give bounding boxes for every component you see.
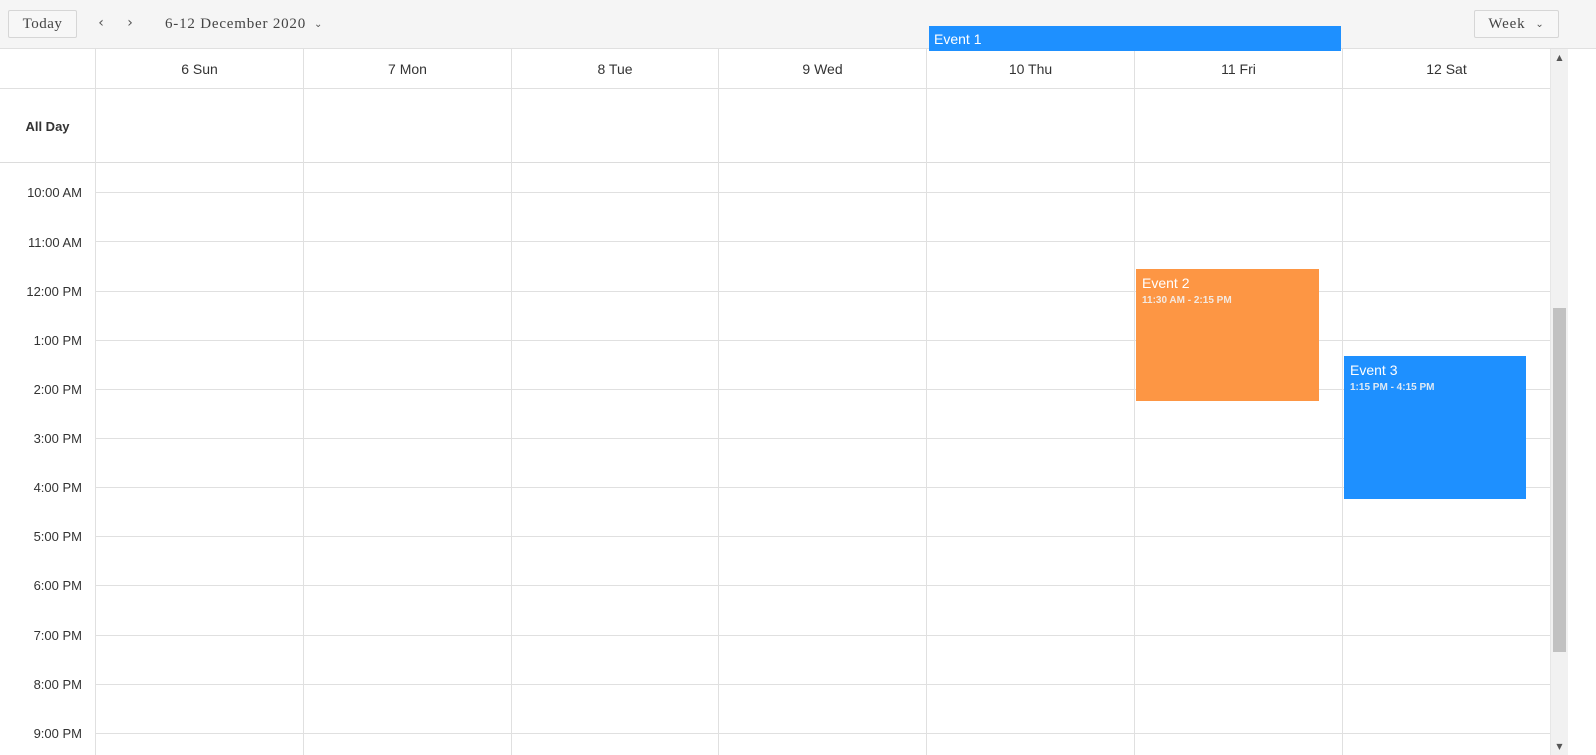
chevron-down-icon: ⌄ bbox=[1535, 18, 1545, 30]
day-header-wed[interactable]: 9 Wed bbox=[719, 49, 927, 89]
event-title: Event 1 bbox=[934, 30, 982, 47]
calendar-toolbar: Today ‹ › 6-12 December 2020 ⌄ Week ⌄ bbox=[0, 0, 1596, 49]
day-column-line bbox=[926, 163, 927, 755]
event-time: 11:30 AM - 2:15 PM bbox=[1142, 295, 1232, 306]
today-button[interactable]: Today bbox=[8, 10, 77, 38]
all-day-cell[interactable] bbox=[304, 89, 512, 163]
time-label: 7:00 PM bbox=[33, 628, 82, 643]
day-header-row: 6 Sun 7 Mon 8 Tue 9 Wed 10 Thu 11 Fri 12… bbox=[0, 49, 1550, 89]
event-3[interactable]: Event 3 1:15 PM - 4:15 PM bbox=[1344, 356, 1526, 499]
scroll-down-icon[interactable]: ▼ bbox=[1551, 738, 1568, 755]
time-label: 5:00 PM bbox=[33, 529, 82, 544]
hour-line bbox=[96, 438, 1550, 439]
hour-line bbox=[96, 192, 1550, 193]
hour-line bbox=[96, 585, 1550, 586]
hour-line bbox=[96, 291, 1550, 292]
all-day-cell[interactable] bbox=[96, 89, 304, 163]
hour-line bbox=[96, 487, 1550, 488]
time-gutter: 10:00 AM 11:00 AM 12:00 PM 1:00 PM 2:00 … bbox=[0, 163, 96, 755]
prev-week-icon[interactable]: ‹ bbox=[92, 13, 110, 33]
all-day-cell[interactable] bbox=[927, 89, 1135, 163]
day-column-line bbox=[303, 163, 304, 755]
right-padding bbox=[1568, 49, 1596, 755]
hour-line bbox=[96, 536, 1550, 537]
all-day-cell[interactable] bbox=[1135, 89, 1343, 163]
chevron-down-icon: ⌄ bbox=[314, 18, 324, 30]
hour-line bbox=[96, 389, 1550, 390]
hour-line bbox=[96, 733, 1550, 734]
all-day-cell[interactable] bbox=[1343, 89, 1550, 163]
day-column-line bbox=[718, 163, 719, 755]
view-label: Week bbox=[1488, 15, 1526, 32]
time-label: 1:00 PM bbox=[33, 333, 82, 348]
time-label: 8:00 PM bbox=[33, 677, 82, 692]
time-label: 2:00 PM bbox=[33, 382, 82, 397]
date-range-picker[interactable]: 6-12 December 2020 ⌄ bbox=[165, 14, 323, 34]
day-header-tue[interactable]: 8 Tue bbox=[512, 49, 719, 89]
day-header-sat[interactable]: 12 Sat bbox=[1343, 49, 1550, 89]
hour-line bbox=[96, 684, 1550, 685]
view-switcher-button[interactable]: Week ⌄ bbox=[1474, 10, 1559, 38]
time-grid: 10:00 AM 11:00 AM 12:00 PM 1:00 PM 2:00 … bbox=[0, 163, 1550, 755]
event-title: Event 3 bbox=[1350, 362, 1398, 378]
hour-line bbox=[96, 635, 1550, 636]
next-week-icon[interactable]: › bbox=[121, 13, 139, 33]
day-column-line bbox=[1342, 163, 1343, 755]
header-gutter bbox=[0, 49, 96, 89]
time-label: 4:00 PM bbox=[33, 480, 82, 495]
event-1-allday[interactable]: Event 1 bbox=[929, 26, 1341, 51]
date-range-label: 6-12 December 2020 bbox=[165, 15, 307, 32]
event-time: 1:15 PM - 4:15 PM bbox=[1350, 382, 1435, 393]
all-day-cell[interactable] bbox=[512, 89, 719, 163]
day-header-fri[interactable]: 11 Fri bbox=[1135, 49, 1343, 89]
time-label: 9:00 PM bbox=[33, 726, 82, 741]
event-2[interactable]: Event 2 11:30 AM - 2:15 PM bbox=[1136, 269, 1319, 401]
event-title: Event 2 bbox=[1142, 275, 1190, 291]
time-label: 6:00 PM bbox=[33, 578, 82, 593]
all-day-row: All Day bbox=[0, 89, 1550, 163]
hour-line bbox=[96, 340, 1550, 341]
vertical-scrollbar[interactable]: ▲ ▼ bbox=[1550, 49, 1568, 755]
day-column-line bbox=[511, 163, 512, 755]
time-label: 11:00 AM bbox=[28, 235, 82, 250]
all-day-cell[interactable] bbox=[719, 89, 927, 163]
day-column-line bbox=[1134, 163, 1135, 755]
day-header-mon[interactable]: 7 Mon bbox=[304, 49, 512, 89]
all-day-label: All Day bbox=[0, 89, 96, 163]
hour-line bbox=[96, 241, 1550, 242]
scroll-up-icon[interactable]: ▲ bbox=[1551, 49, 1568, 66]
time-label: 12:00 PM bbox=[26, 284, 82, 299]
scrollbar-thumb[interactable] bbox=[1553, 308, 1566, 652]
day-header-thu[interactable]: 10 Thu bbox=[927, 49, 1135, 89]
day-header-sun[interactable]: 6 Sun bbox=[96, 49, 304, 89]
time-label: 3:00 PM bbox=[33, 431, 82, 446]
time-label: 10:00 AM bbox=[27, 185, 82, 200]
